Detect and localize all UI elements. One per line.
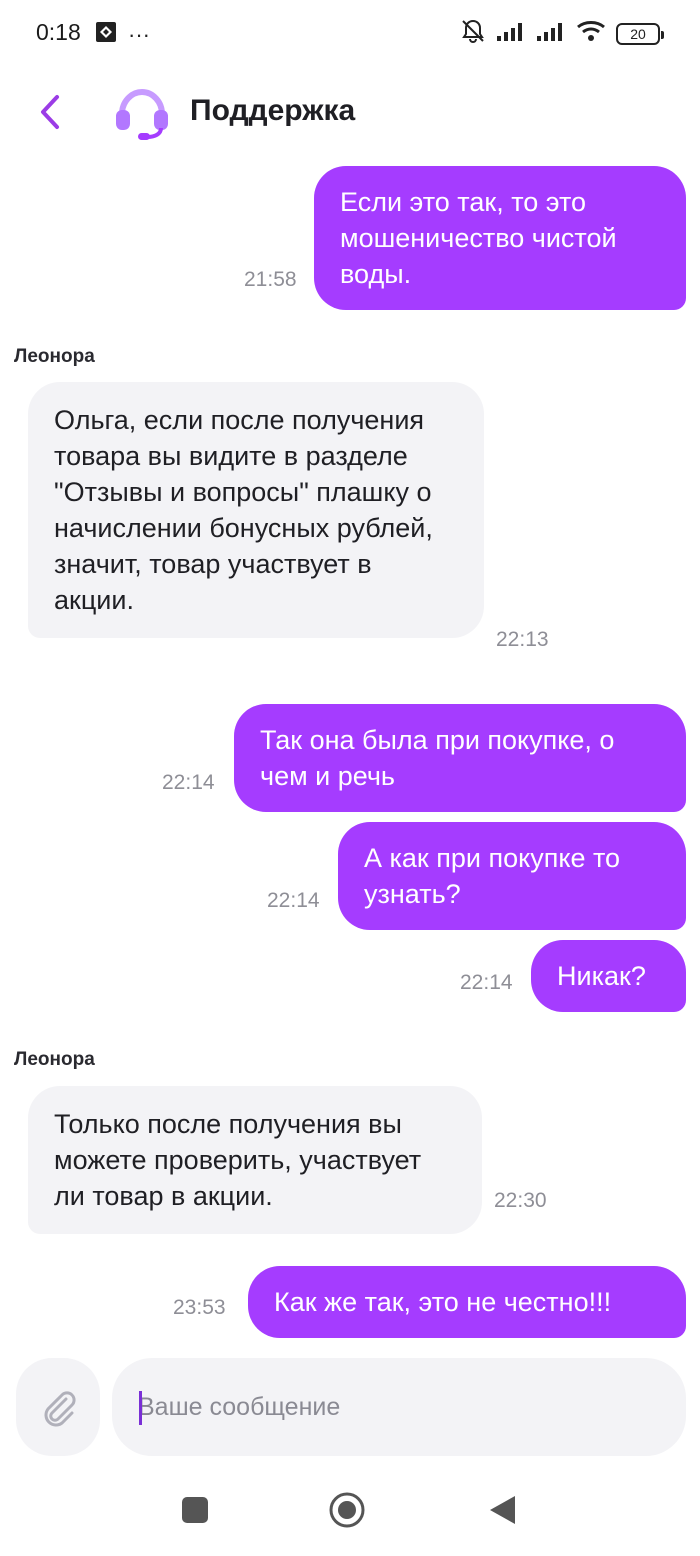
incoming-message[interactable]: Ольга, если после получения товара вы ви… (28, 382, 484, 638)
status-time: 0:18 (36, 19, 81, 45)
notification-app-icon (94, 20, 118, 49)
message-time: 22:13 (496, 628, 549, 651)
paperclip-icon (44, 1391, 76, 1427)
home-circle-icon (329, 1492, 365, 1528)
signal-icon (496, 20, 526, 47)
signal-icon-2 (536, 20, 566, 47)
message-time: 22:14 (267, 889, 320, 912)
system-nav-bar (0, 1468, 700, 1556)
page-title: Поддержка (190, 94, 356, 127)
attach-button[interactable] (16, 1358, 100, 1456)
message-input[interactable] (112, 1358, 686, 1456)
outgoing-message[interactable]: Как же так, это не честно!!! (248, 1266, 686, 1338)
battery-level: 20 (630, 25, 646, 42)
message-time: 22:14 (460, 971, 513, 994)
chat-header: Поддержка (0, 70, 700, 156)
status-bar: 0:18 ··· 20 (0, 0, 700, 66)
message-composer (0, 1356, 700, 1460)
sender-name: Леонора (14, 1049, 95, 1070)
message-time: 21:58 (244, 268, 297, 291)
battery-icon: 20 (616, 22, 664, 45)
support-avatar (112, 82, 172, 142)
mute-bell-icon (460, 18, 486, 49)
triangle-back-icon (490, 1496, 515, 1524)
wifi-icon (576, 19, 606, 48)
outgoing-message[interactable]: Если это так, то это мошеничество чистой… (314, 166, 686, 310)
home-button[interactable] (327, 1490, 367, 1530)
text-cursor (139, 1391, 142, 1425)
back-button[interactable] (30, 88, 70, 136)
sender-name: Леонора (14, 346, 95, 367)
back-nav-button[interactable] (482, 1490, 522, 1530)
outgoing-message[interactable]: Никак? (531, 940, 686, 1012)
incoming-message[interactable]: Только после получения вы можете провери… (28, 1086, 482, 1234)
more-notifications-icon: ··· (128, 21, 150, 47)
message-time: 23:53 (173, 1296, 226, 1319)
message-time: 22:30 (494, 1189, 547, 1212)
outgoing-message[interactable]: Так она была при покупке, о чем и речь (234, 704, 686, 812)
outgoing-message[interactable]: А как при покупке то узнать? (338, 822, 686, 930)
headset-icon (116, 88, 168, 140)
recent-apps-button[interactable] (175, 1490, 215, 1530)
square-icon (182, 1497, 208, 1523)
message-time: 22:14 (162, 771, 215, 794)
chat-messages: 21:58 Если это так, то это мошеничество … (0, 156, 700, 1346)
chevron-left-icon (41, 95, 59, 129)
